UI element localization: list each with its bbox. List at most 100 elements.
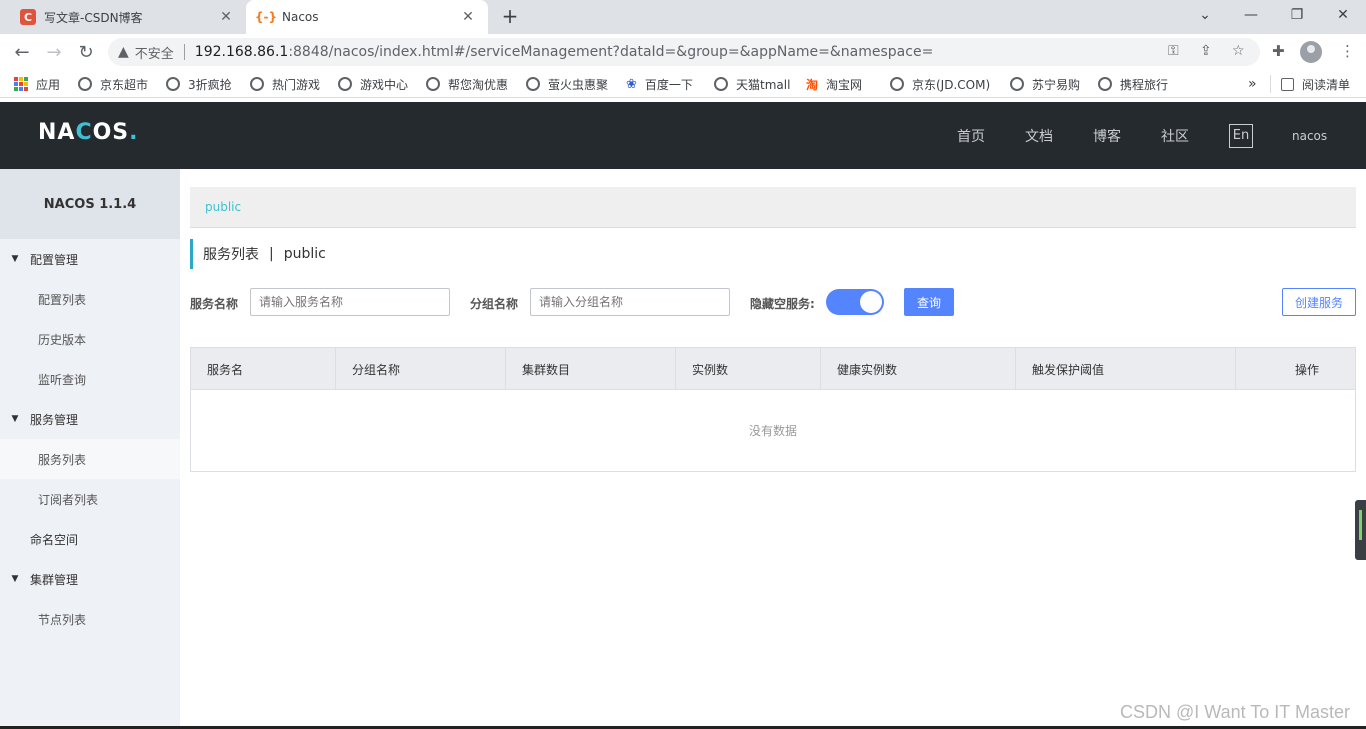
globe-icon [1010,77,1024,91]
sidebar-item-subscribers[interactable]: 订阅者列表 [0,479,180,519]
bookmark-item[interactable]: 热门游戏 [250,75,320,93]
user-menu[interactable]: nacos [1292,129,1327,143]
group-name-label: 分组名称 [470,297,519,311]
column-header-cluster-count: 集群数目 [506,348,676,390]
hide-empty-label: 隐藏空服务: [750,297,815,311]
bookmark-item[interactable]: 帮您淘优惠 [426,75,508,93]
url-text[interactable]: 192.168.86.1:8848/nacos/index.html#/serv… [195,44,934,60]
bookmark-label: 苏宁易购 [1032,77,1081,92]
sidebar-item-config-list[interactable]: 配置列表 [0,279,180,319]
service-table: 服务名 分组名称 集群数目 实例数 健康实例数 触发保护阈值 操作 没有数据 [190,347,1356,472]
security-label[interactable]: 不安全 [135,43,174,62]
bookmark-item[interactable]: 游戏中心 [338,75,408,93]
sidebar-group-label: 配置管理 [30,252,79,267]
bookmark-label: 游戏中心 [360,77,409,92]
column-header-service-name: 服务名 [191,348,336,390]
sidebar-group-label: 集群管理 [30,572,79,587]
bookmark-label: 热门游戏 [272,77,321,92]
new-tab-button[interactable]: + [498,4,522,28]
reading-list-button[interactable]: 阅读清单 [1270,75,1350,93]
query-button[interactable]: 查询 [904,288,954,316]
bookmark-item[interactable]: 携程旅行 [1098,75,1168,93]
caret-down-icon: ▼ [11,254,19,264]
bookmarks-overflow-button[interactable]: » [1248,75,1257,93]
bookmark-item[interactable]: 淘淘宝网 [806,75,862,93]
nav-community[interactable]: 社区 [1161,126,1189,146]
page-title-namespace: public [283,246,326,262]
warning-icon[interactable]: ▲ [118,44,129,60]
browser-tabstrip: C 写文章-CSDN博客 ✕ {-} Nacos ✕ + ⌄ — ❐ ✕ [0,0,1366,34]
sidebar-item-history[interactable]: 历史版本 [0,319,180,359]
bookmark-star-icon[interactable]: ☆ [1232,43,1245,59]
bookmark-item[interactable]: ❀ 百度一下 [626,75,693,93]
nav-docs[interactable]: 文档 [1025,126,1053,146]
service-name-input[interactable] [250,288,450,316]
bookmark-item[interactable]: 京东(JD.COM) [890,75,990,93]
sidebar-group-config[interactable]: ▼ 配置管理 [0,239,180,279]
forward-icon[interactable]: → [42,40,66,64]
globe-icon [890,77,904,91]
tab-title: 写文章-CSDN博客 [44,10,143,25]
baidu-paw-icon: ❀ [626,76,637,92]
namespace-link-public[interactable]: public [205,200,241,214]
sidebar-item-node-list[interactable]: 节点列表 [0,599,180,639]
reload-icon[interactable]: ↻ [74,40,98,64]
column-header-healthy-instances: 健康实例数 [821,348,1016,390]
bookmark-apps[interactable]: 应用 [14,75,60,93]
bookmark-item[interactable]: 天猫tmall [714,75,790,93]
sidebar-group-cluster[interactable]: ▼ 集群管理 [0,559,180,599]
logo-text-b: C [75,120,93,145]
sidebar-item-listener[interactable]: 监听查询 [0,359,180,399]
globe-icon [526,77,540,91]
apps-grid-icon [14,77,28,91]
close-window-icon[interactable]: ✕ [1320,0,1366,30]
address-bar[interactable]: ▲ 不安全 192.168.86.1:8848/nacos/index.html… [108,38,1260,66]
close-tab-icon[interactable]: ✕ [218,9,234,25]
logo-dot: . [129,120,139,145]
nacos-logo[interactable]: NACOS. [38,120,139,145]
bookmark-label: 携程旅行 [1120,77,1169,92]
bookmark-item[interactable]: 京东超市 [78,75,148,93]
main-content: public 服务列表 | public 服务名称 分组名称 隐藏空服务: 查询… [180,169,1366,729]
extensions-icon[interactable]: ✚ [1272,42,1285,60]
nav-home[interactable]: 首页 [957,126,985,146]
group-name-input[interactable] [530,288,730,316]
logo-text-a: NA [38,120,76,145]
sidebar-item-service-list[interactable]: 服务列表 [0,439,180,479]
menu-kebab-icon[interactable]: ⋮ [1340,42,1355,60]
caret-down-icon: ▼ [11,414,19,424]
namespace-bar: public [190,187,1356,228]
restore-icon[interactable]: ❐ [1274,0,1320,30]
close-tab-icon[interactable]: ✕ [460,9,476,25]
share-icon[interactable]: ⇪ [1200,43,1212,59]
column-header-instance-count: 实例数 [676,348,821,390]
hide-empty-toggle[interactable] [826,289,884,315]
bookmark-item[interactable]: 苏宁易购 [1010,75,1080,93]
column-header-actions: 操作 [1294,362,1319,377]
side-widget-handle[interactable] [1355,500,1366,560]
url-host: 192.168.86.1 [194,44,289,60]
sidebar-item-namespace[interactable]: 命名空间 [0,519,180,559]
page-title-text: 服务列表 [203,247,259,263]
globe-icon [166,77,180,91]
nav-blog[interactable]: 博客 [1093,126,1121,146]
key-icon[interactable]: ⚿ [1168,43,1179,59]
minimize-icon[interactable]: — [1228,0,1274,30]
bookmark-label: 淘宝网 [826,77,863,92]
sidebar-group-service[interactable]: ▼ 服务管理 [0,399,180,439]
bookmark-item[interactable]: 3折疯抢 [166,75,232,93]
create-service-button[interactable]: 创建服务 [1282,288,1356,316]
profile-avatar-icon[interactable] [1300,41,1322,63]
globe-icon [78,77,92,91]
reading-list-label: 阅读清单 [1302,77,1351,92]
back-icon[interactable]: ← [10,40,34,64]
language-switch-button[interactable]: En [1229,124,1253,148]
bookmark-item[interactable]: 萤火虫惠聚 [526,75,608,93]
tab-search-chevron-icon[interactable]: ⌄ [1182,0,1228,30]
globe-icon [714,77,728,91]
watermark: CSDN @I Want To IT Master [1120,702,1350,722]
browser-tab-nacos[interactable]: {-} Nacos ✕ [246,0,488,34]
toggle-knob [860,291,882,313]
globe-icon [338,77,352,91]
browser-tab-csdn[interactable]: C 写文章-CSDN博客 ✕ [8,0,246,34]
